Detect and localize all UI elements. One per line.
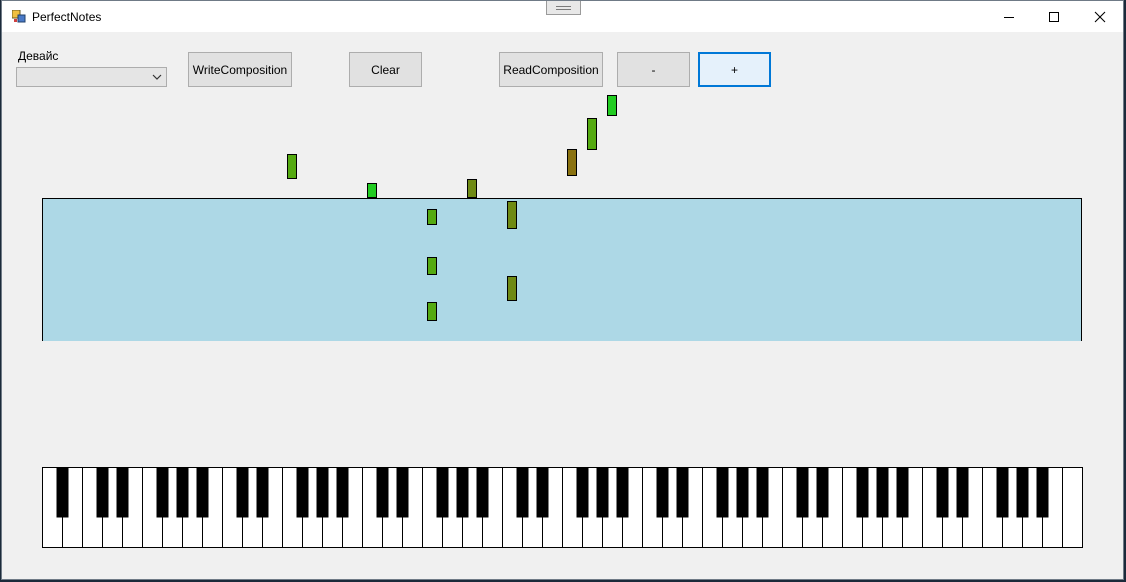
app-icon	[12, 10, 26, 23]
maximize-button[interactable]	[1031, 1, 1077, 32]
title-bar[interactable]: PerfectNotes	[2, 1, 1123, 32]
minimize-button[interactable]	[986, 1, 1032, 32]
note-block[interactable]	[367, 183, 377, 198]
black-key[interactable]	[316, 467, 329, 518]
black-key[interactable]	[936, 467, 949, 518]
note-block[interactable]	[507, 201, 517, 229]
resize-grip[interactable]	[546, 1, 581, 15]
black-key[interactable]	[876, 467, 889, 518]
black-key[interactable]	[396, 467, 409, 518]
black-key[interactable]	[856, 467, 869, 518]
black-key[interactable]	[616, 467, 629, 518]
note-block[interactable]	[427, 209, 437, 225]
black-key[interactable]	[796, 467, 809, 518]
note-block[interactable]	[287, 154, 297, 179]
black-key[interactable]	[196, 467, 209, 518]
note-block[interactable]	[587, 118, 597, 150]
device-select[interactable]	[16, 67, 167, 87]
close-icon	[1094, 11, 1106, 22]
piano-keyboard[interactable]	[42, 467, 1083, 548]
chevron-down-icon	[152, 74, 162, 80]
note-block[interactable]	[567, 149, 577, 176]
black-key[interactable]	[116, 467, 129, 518]
note-roll[interactable]	[42, 198, 1082, 341]
black-key[interactable]	[716, 467, 729, 518]
note-block[interactable]	[467, 179, 477, 198]
black-key[interactable]	[756, 467, 769, 518]
black-key[interactable]	[456, 467, 469, 518]
black-key[interactable]	[236, 467, 249, 518]
device-label: Девайс	[18, 49, 59, 63]
black-key[interactable]	[596, 467, 609, 518]
note-block[interactable]	[427, 257, 437, 275]
write-composition-button[interactable]: WriteComposition	[188, 52, 292, 87]
note-block[interactable]	[607, 95, 617, 116]
maximize-icon	[1049, 11, 1059, 22]
note-block[interactable]	[427, 302, 437, 321]
black-key[interactable]	[576, 467, 589, 518]
black-key[interactable]	[256, 467, 269, 518]
window-title: PerfectNotes	[32, 10, 102, 24]
black-key[interactable]	[436, 467, 449, 518]
black-key[interactable]	[656, 467, 669, 518]
zoom-out-button[interactable]: -	[617, 52, 690, 87]
black-key[interactable]	[956, 467, 969, 518]
black-key[interactable]	[476, 467, 489, 518]
black-key[interactable]	[1036, 467, 1049, 518]
black-key[interactable]	[676, 467, 689, 518]
black-key[interactable]	[336, 467, 349, 518]
close-button[interactable]	[1077, 1, 1123, 32]
black-key[interactable]	[536, 467, 549, 518]
black-key[interactable]	[516, 467, 529, 518]
note-block[interactable]	[507, 276, 517, 301]
black-key[interactable]	[736, 467, 749, 518]
black-key[interactable]	[896, 467, 909, 518]
white-key[interactable]	[1062, 467, 1083, 548]
zoom-in-button[interactable]: +	[698, 52, 771, 87]
black-key[interactable]	[996, 467, 1009, 518]
black-key[interactable]	[96, 467, 109, 518]
black-key[interactable]	[1016, 467, 1029, 518]
black-key[interactable]	[56, 467, 69, 518]
black-key[interactable]	[816, 467, 829, 518]
black-key[interactable]	[156, 467, 169, 518]
read-composition-button[interactable]: ReadComposition	[499, 52, 603, 87]
app-window: PerfectNotes Девайс WriteComposition Cle…	[1, 0, 1124, 580]
black-key[interactable]	[176, 467, 189, 518]
clear-button[interactable]: Clear	[349, 52, 422, 87]
black-key[interactable]	[296, 467, 309, 518]
black-key[interactable]	[376, 467, 389, 518]
minimize-icon	[1004, 16, 1014, 18]
